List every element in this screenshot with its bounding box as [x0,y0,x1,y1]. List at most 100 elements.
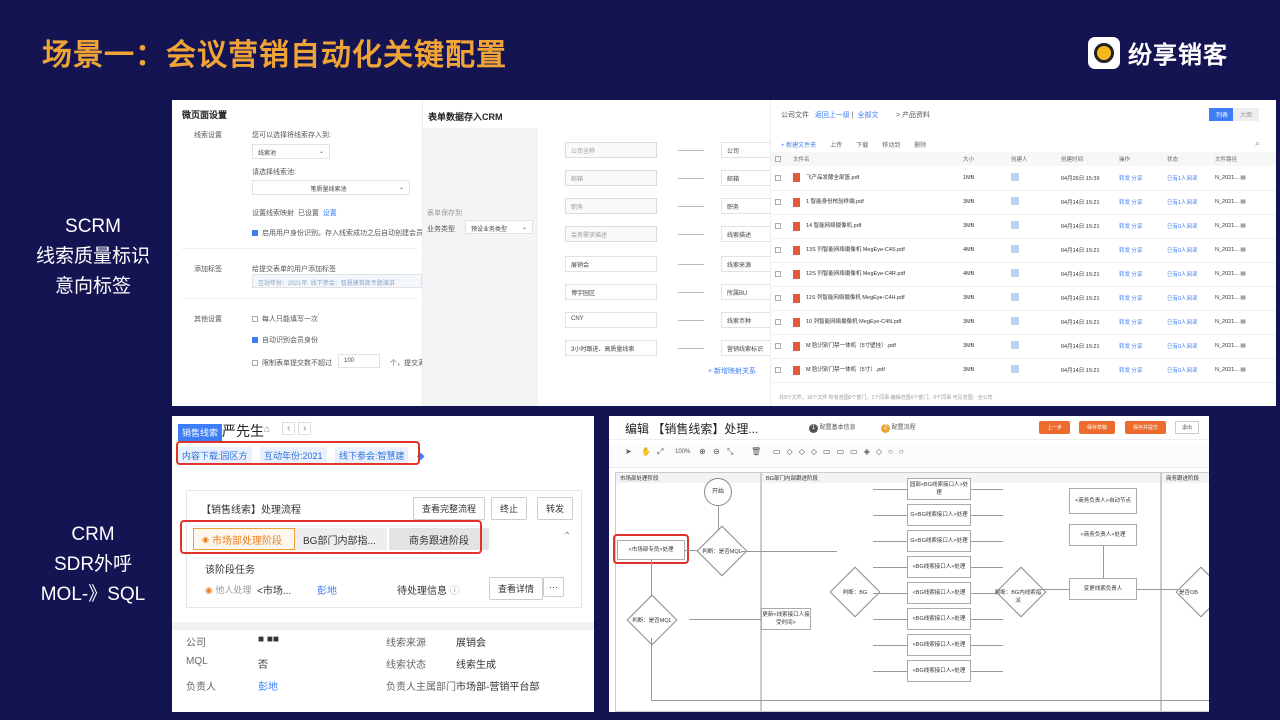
biz-type-select[interactable]: 预设业务类型 ⌄ [465,220,533,234]
bg-handle-node[interactable]: G<BG线索接口人>处理 [907,530,971,552]
target-field[interactable]: 所属BU [721,284,772,300]
next-icon[interactable]: › [298,422,312,435]
table-row[interactable]: 11S 列智能网络摄像机 MegEye-C4H.pdf 3MB 04月14日 15:… [771,286,1276,311]
table-row[interactable]: 1 智能身份核验终端.pdf 3MB 04月14日 15:21 转发 分享 已有1人阅读… [771,190,1276,215]
upload-button[interactable]: 上传 [830,140,842,149]
file-status[interactable]: 已有1人阅读 [1163,166,1211,191]
expand-icon[interactable]: ⤡ [727,447,733,457]
copy-icon[interactable]: ▤ [1240,271,1245,277]
checkbox-icon[interactable] [775,366,781,373]
pool-select[interactable]: 笔质量线索池 ⌄ [252,180,410,195]
fit-icon[interactable]: ⤢ [657,447,663,457]
checkbox-checked-icon[interactable] [252,230,258,237]
copy-icon[interactable]: ▤ [1240,175,1245,181]
row-checkbox-cell[interactable] [771,262,789,287]
file-ops[interactable]: 转发 分享 [1115,310,1163,335]
stop-button[interactable]: 终止 [491,497,528,520]
row-checkbox-cell[interactable] [771,166,789,191]
trash-icon[interactable]: 🗑 [751,447,761,456]
source-field[interactable]: 博宇园区 [565,284,657,300]
copy-icon[interactable]: ▤ [1240,295,1245,301]
table-row[interactable]: 14 智能网络摄像机.pdf 3MB 04月14日 15:21 转发 分享 已有0人阅读… [771,214,1276,239]
file-status[interactable]: 已有0人阅读 [1163,238,1211,263]
download-button[interactable]: 下载 [856,140,868,149]
file-name-cell[interactable]: 14 智能网络摄像机.pdf [789,214,959,239]
source-field[interactable]: 会务需求描述 [565,226,657,242]
flow-step1[interactable]: 1 配置基本信息 [809,422,856,433]
source-field[interactable]: 职务 [565,198,657,214]
file-name-cell[interactable]: M 脸识别门禁一体机（5寸壁挂）.pdf [789,334,959,359]
checkbox-icon[interactable] [775,222,781,229]
row-checkbox-cell[interactable] [771,286,789,311]
file-ops[interactable]: 转发 分享 [1115,262,1163,287]
file-ops[interactable]: 转发 分享 [1115,286,1163,311]
file-name-cell[interactable]: 10 列智能网络摄像机 MegEye-C4N.pdf [789,310,959,335]
checkbox-icon[interactable] [252,360,258,367]
field-value[interactable]: 彭地 [258,678,278,693]
checkbox-icon[interactable] [775,318,781,325]
bg-handle-node[interactable]: <BG线索接口人>处理 [907,634,971,656]
start-node[interactable]: 开始 [704,478,732,506]
file-name-cell[interactable]: 12S 列智能网络摄像机 MegEye-C4R.pdf [789,262,959,287]
file-status[interactable]: 已有0人阅读 [1163,262,1211,287]
file-name-cell[interactable]: 1 智能身份核验终端.pdf [789,190,959,215]
crumb-all-link[interactable]: 全部文 [858,112,879,119]
file-status[interactable]: 已有1人阅读 [1163,190,1211,215]
file-name-cell[interactable]: 11S 列智能网络摄像机 MegEye-C4H.pdf [789,286,959,311]
hand-icon[interactable]: ✋ [641,447,651,456]
exit-button[interactable]: 退出 [1175,421,1200,434]
file-ops[interactable]: 转发 分享 [1115,214,1163,239]
view-grid-button[interactable]: 大图 [1233,108,1260,121]
col-creator[interactable]: 创建人 [1007,152,1057,166]
bg-handle-node[interactable]: <BG线索接口人>处理 [907,556,971,578]
identity-option[interactable]: 启用用户身份识别。存入线索成功之后自动创建会员 [252,228,423,238]
checkbox-icon[interactable] [775,155,781,162]
table-row[interactable]: M 脸识别门禁一体机（5寸壁挂）.pdf 3MB 04月14日 15:21 转发 分享… [771,334,1276,359]
copy-icon[interactable]: ▤ [1240,367,1245,373]
file-name-cell[interactable]: M 脸识别门禁一体机（5寸）.pdf [789,358,959,383]
crumb-root[interactable]: 公司文件 [781,112,809,119]
source-field[interactable]: 邮箱 [565,170,657,186]
view-full-process-button[interactable]: 查看完整流程 [413,497,486,520]
file-status[interactable]: 已有0人阅读 [1163,358,1211,383]
file-ops[interactable]: 转发 分享 [1115,166,1163,191]
file-status[interactable]: 已有0人阅读 [1163,334,1211,359]
prev-icon[interactable]: ‹ [282,422,296,435]
info-icon[interactable]: ⓘ [450,586,460,597]
col-size[interactable]: 大小 [959,152,1007,166]
save-draft-button[interactable]: 保存草稿 [1079,421,1116,434]
table-row[interactable]: 10 列智能网络摄像机 MegEye-C4N.pdf 3MB 04月14日 15:2… [771,310,1276,335]
bg-handle-node[interactable]: <BG线索接口人>处理 [907,608,971,630]
view-list-button[interactable]: 列表 [1209,108,1236,121]
target-field[interactable]: 线索来源 [721,256,772,272]
copy-icon[interactable]: ▤ [1240,343,1245,349]
select-all-cell[interactable] [771,152,789,166]
copy-icon[interactable]: ▤ [1240,247,1245,253]
forward-button[interactable]: 转发 [537,497,574,520]
option-once[interactable]: 每人只能填写一次 [252,314,318,324]
row-checkbox-cell[interactable] [771,214,789,239]
file-name-cell[interactable]: 飞产品发酵全部篮.pdf [789,166,959,191]
row-checkbox-cell[interactable] [771,334,789,359]
bg-handle-node[interactable]: <BG线索接口人>处理 [907,582,971,604]
checkbox-icon[interactable] [775,294,781,301]
flow-step2[interactable]: 2 配置流程 [881,422,916,433]
file-status[interactable]: 已有0人阅读 [1163,286,1211,311]
table-row[interactable]: 飞产品发酵全部篮.pdf 1MB 04月26日 15:39 转发 分享 已有1人阅读 N_… [771,166,1276,191]
view-detail-button[interactable]: 查看详情 [489,577,544,600]
file-ops[interactable]: 转发 分享 [1115,334,1163,359]
checkbox-checked-icon[interactable] [252,337,258,344]
row-checkbox-cell[interactable] [771,238,789,263]
row-checkbox-cell[interactable] [771,310,789,335]
change-owner-node[interactable]: 变更线索负责人 [1069,578,1137,600]
checkbox-icon[interactable] [775,198,781,205]
source-field[interactable]: 3小时跟进、高质量线索 [565,340,657,356]
row-checkbox-cell[interactable] [771,190,789,215]
option-member[interactable]: 自动识别会员身份 [252,335,318,345]
new-folder-button[interactable]: + 新建文件夹 [781,140,816,149]
target-field[interactable]: 线索描述 [721,226,772,242]
store-select[interactable]: 线索池 ⌄ [252,144,330,159]
bg-handle-node[interactable]: 园部<BG线索接口人>处理 [907,478,971,500]
delete-button[interactable]: 删除 [914,140,926,149]
limit-input[interactable]: 100 [338,354,380,368]
